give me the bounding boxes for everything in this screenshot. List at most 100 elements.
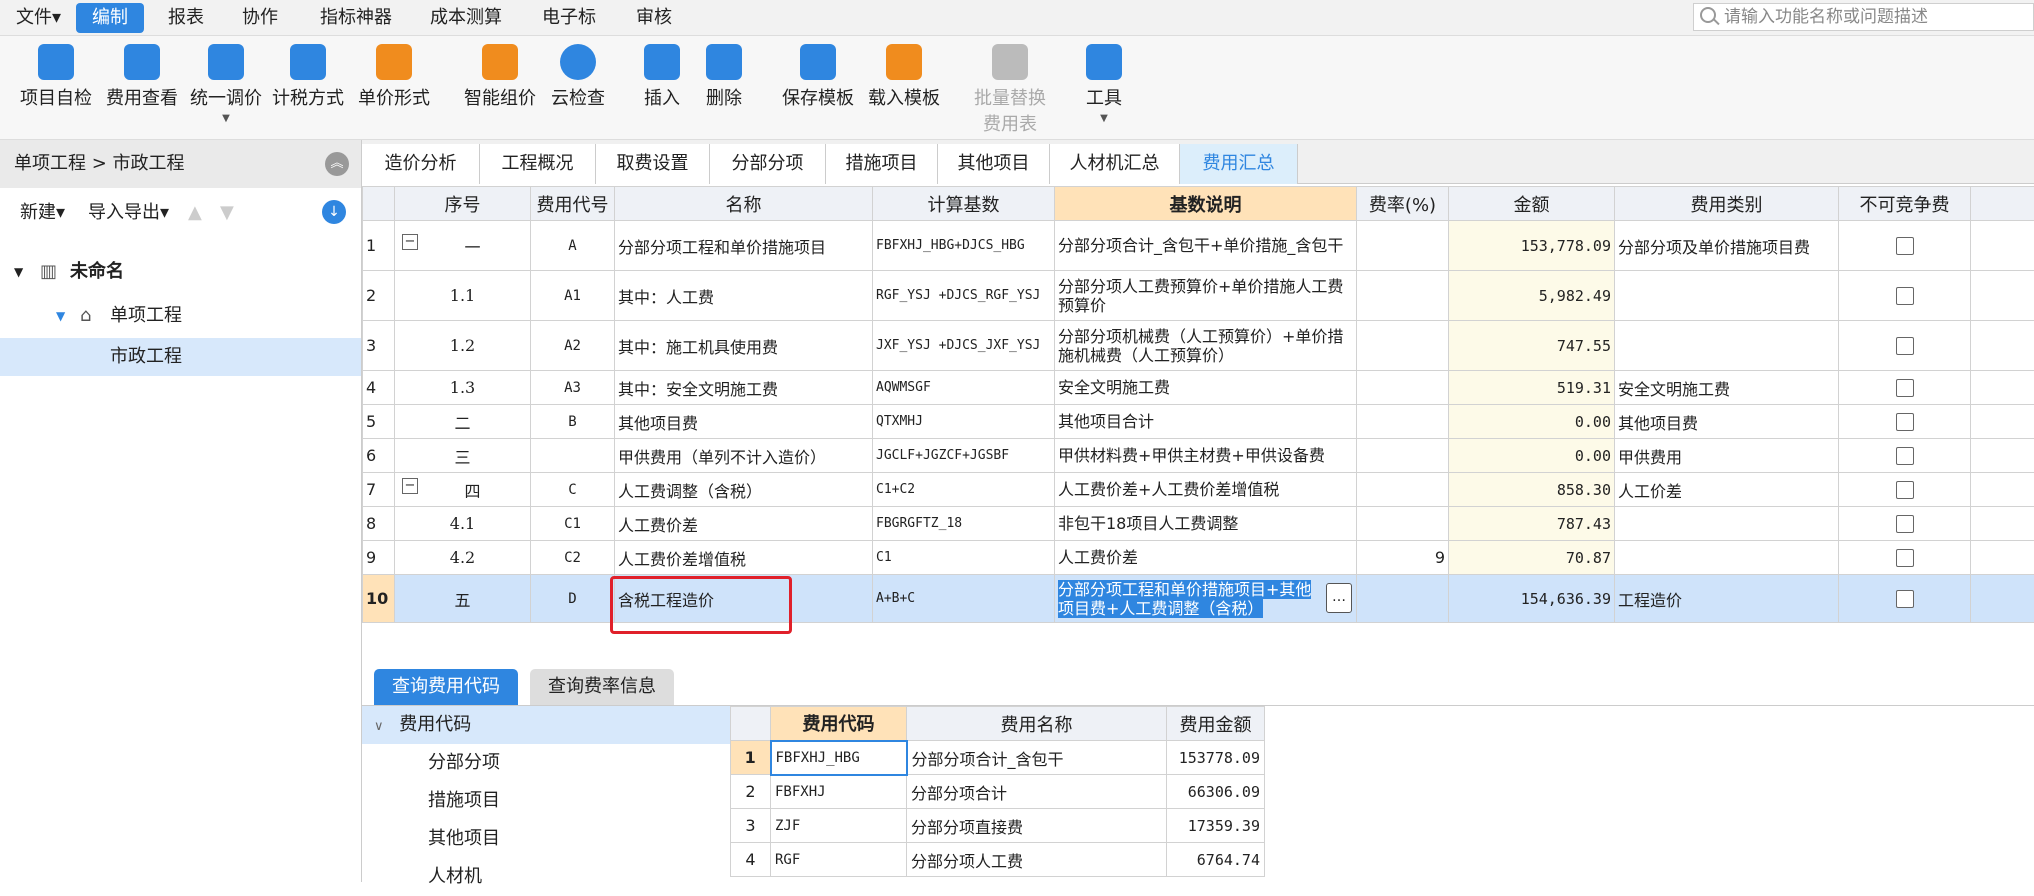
fee-code-item[interactable]: 分部分项: [362, 744, 732, 782]
non-compete-checkbox[interactable]: [1896, 237, 1914, 255]
tax-icon: [290, 44, 326, 80]
fee-code-item[interactable]: 人材机: [362, 858, 732, 882]
import-export-button[interactable]: 导入导出▾: [88, 188, 169, 238]
search-icon: [1700, 7, 1716, 23]
menu-bar: 文件▾ 编制 报表 协作 指标神器 成本测算 电子标 审核 请输入功能名称或问题…: [0, 0, 2034, 36]
header-non-compete[interactable]: 不可竞争费: [1839, 187, 1971, 221]
header-code[interactable]: 费用代号: [531, 187, 615, 221]
non-compete-checkbox[interactable]: [1896, 549, 1914, 567]
table-row[interactable]: 3 ZJF 分部分项直接费 17359.39: [731, 809, 1265, 843]
tree-item-single-project[interactable]: ▼ ⌂ 单项工程: [0, 294, 361, 338]
non-compete-checkbox[interactable]: [1896, 481, 1914, 499]
header-seq[interactable]: 序号: [395, 187, 531, 221]
unit-price-icon: [376, 44, 412, 80]
house-icon: ⌂: [80, 294, 91, 338]
left-toolbar: 新建▾ 导入导出▾ ▲ ▼ ↓: [0, 188, 361, 238]
move-up-icon[interactable]: ▲: [188, 188, 202, 238]
table-row[interactable]: 1 FBFXHJ_HBG 分部分项合计_含包干 153778.09: [731, 741, 1265, 775]
header-name[interactable]: 名称: [615, 187, 873, 221]
collapse-row-icon[interactable]: −: [402, 478, 418, 494]
fee-code-item[interactable]: 措施项目: [362, 782, 732, 820]
save-template-button[interactable]: 保存模板: [780, 44, 856, 110]
header-base[interactable]: 计算基数: [873, 187, 1055, 221]
delete-button[interactable]: 删除: [704, 44, 744, 110]
menu-report[interactable]: 报表: [152, 3, 220, 33]
annotation-highlight-box: [610, 576, 792, 634]
grid-header: 序号 费用代号 名称 计算基数 基数说明 费率(%) 金额 费用类别 不可竞争费: [363, 187, 2034, 221]
non-compete-checkbox[interactable]: [1896, 413, 1914, 431]
query-tabs: 查询费用代码 查询费率信息: [362, 664, 2034, 706]
download-icon[interactable]: ↓: [322, 200, 346, 224]
tab-labor-material[interactable]: 人材机汇总: [1050, 144, 1180, 184]
search-input[interactable]: 请输入功能名称或问题描述: [1693, 3, 2034, 31]
tab-other-items[interactable]: 其他项目: [938, 144, 1050, 184]
new-button[interactable]: 新建▾: [20, 188, 65, 238]
sub-grid-header: 费用代码 费用名称 费用金额: [731, 707, 1265, 741]
project-check-button[interactable]: 项目自检: [18, 44, 94, 110]
smart-price-button[interactable]: 智能组价: [462, 44, 538, 110]
tools-button[interactable]: 工具 ▼: [1084, 44, 1124, 124]
tree-item-municipal[interactable]: 市政工程: [0, 338, 361, 376]
desc-cell-editing[interactable]: 分部分项工程和单价措施项目+其他项目费+人工费调整（含税） …: [1055, 575, 1357, 623]
table-row[interactable]: 2 FBFXHJ 分部分项合计 66306.09: [731, 775, 1265, 809]
tab-fee-summary[interactable]: 费用汇总: [1180, 144, 1298, 184]
tools-icon: [1086, 44, 1122, 80]
table-row[interactable]: 6 三 甲供费用（单列不计入造价） JGCLF+JGZCF+JGSBF 甲供材料…: [363, 439, 2034, 473]
fee-summary-grid: 序号 费用代号 名称 计算基数 基数说明 费率(%) 金额 费用类别 不可竞争费…: [362, 186, 2034, 623]
header-desc[interactable]: 基数说明: [1055, 187, 1357, 221]
table-row[interactable]: 4 RGF 分部分项人工费 6764.74: [731, 843, 1265, 877]
adjust-price-button[interactable]: 统一调价 ▼: [188, 44, 264, 124]
header-type[interactable]: 费用类别: [1615, 187, 1839, 221]
tax-method-button[interactable]: 计税方式: [270, 44, 346, 110]
header-rate[interactable]: 费率(%): [1357, 187, 1449, 221]
menu-index-tool[interactable]: 指标神器: [304, 3, 408, 33]
tree-item-root[interactable]: ▼ ▥ 未命名: [0, 250, 361, 294]
chevron-down-icon: ▼: [188, 114, 264, 124]
unit-price-button[interactable]: 单价形式: [356, 44, 432, 110]
non-compete-checkbox[interactable]: [1896, 590, 1914, 608]
ribbon-toolbar: 项目自检 费用查看 统一调价 ▼ 计税方式 单价形式 智能组价 云检查 插入 删…: [0, 36, 2034, 140]
table-row[interactable]: 8 4.1 C1 人工费价差 FBGRGFTZ_18 非包干18项目人工费调整 …: [363, 507, 2034, 541]
batch-replace-button[interactable]: 批量替换 费用表: [972, 44, 1048, 136]
non-compete-checkbox[interactable]: [1896, 287, 1914, 305]
menu-e-bid[interactable]: 电子标: [526, 3, 612, 33]
tab-query-rate[interactable]: 查询费率信息: [530, 669, 674, 705]
batch-replace-icon: [992, 44, 1028, 80]
more-options-button[interactable]: …: [1326, 583, 1352, 613]
search-placeholder: 请输入功能名称或问题描述: [1724, 7, 1928, 27]
table-row[interactable]: 2 1.1 A1 其中：人工费 RGF_YSJ +DJCS_RGF_YSJ 分部…: [363, 271, 2034, 321]
load-template-icon: [886, 44, 922, 80]
load-template-button[interactable]: 载入模板: [866, 44, 942, 110]
table-row[interactable]: 1 −一 A 分部分项工程和单价措施项目 FBFXHJ_HBG+DJCS_HBG…: [363, 221, 2034, 271]
tab-measures[interactable]: 措施项目: [826, 144, 938, 184]
table-row[interactable]: 3 1.2 A2 其中：施工机具使用费 JXF_YSJ +DJCS_JXF_YS…: [363, 321, 2034, 371]
move-down-icon[interactable]: ▼: [220, 188, 234, 238]
tab-cost-analysis[interactable]: 造价分析: [362, 144, 480, 184]
header-amount[interactable]: 金额: [1449, 187, 1615, 221]
non-compete-checkbox[interactable]: [1896, 337, 1914, 355]
menu-file[interactable]: 文件▾: [0, 3, 77, 33]
table-row[interactable]: 9 4.2 C2 人工费价差增值税 C1 人工费价差 9 70.87: [363, 541, 2034, 575]
non-compete-checkbox[interactable]: [1896, 379, 1914, 397]
fee-view-button[interactable]: 费用查看: [104, 44, 180, 110]
cloud-check-button[interactable]: 云检查: [548, 44, 608, 110]
collapse-row-icon[interactable]: −: [402, 234, 418, 250]
insert-button[interactable]: 插入: [642, 44, 682, 110]
collapse-icon[interactable]: ︽: [325, 152, 349, 176]
menu-cost-calc[interactable]: 成本测算: [414, 3, 518, 33]
tab-fee-settings[interactable]: 取费设置: [596, 144, 710, 184]
tab-query-fee-code[interactable]: 查询费用代码: [374, 669, 518, 705]
table-row[interactable]: 5 二 B 其他项目费 QTXMHJ 其他项目合计 0.00 其他项目费: [363, 405, 2034, 439]
tab-sub-items[interactable]: 分部分项: [710, 144, 826, 184]
fee-code-root[interactable]: ∨ 费用代码: [362, 706, 732, 744]
non-compete-checkbox[interactable]: [1896, 447, 1914, 465]
menu-audit[interactable]: 审核: [620, 3, 688, 33]
fee-code-item[interactable]: 其他项目: [362, 820, 732, 858]
non-compete-checkbox[interactable]: [1896, 515, 1914, 533]
table-row[interactable]: 7 −四 C 人工费调整（含税） C1+C2 人工费价差+人工费价差增值税 85…: [363, 473, 2034, 507]
tab-overview[interactable]: 工程概况: [480, 144, 596, 184]
view-tabs: 造价分析 工程概况 取费设置 分部分项 措施项目 其他项目 人材机汇总 费用汇总: [362, 140, 2034, 184]
menu-edit[interactable]: 编制: [76, 3, 144, 33]
table-row[interactable]: 4 1.3 A3 其中：安全文明施工费 AQWMSGF 安全文明施工费 519.…: [363, 371, 2034, 405]
menu-collab[interactable]: 协作: [226, 3, 294, 33]
